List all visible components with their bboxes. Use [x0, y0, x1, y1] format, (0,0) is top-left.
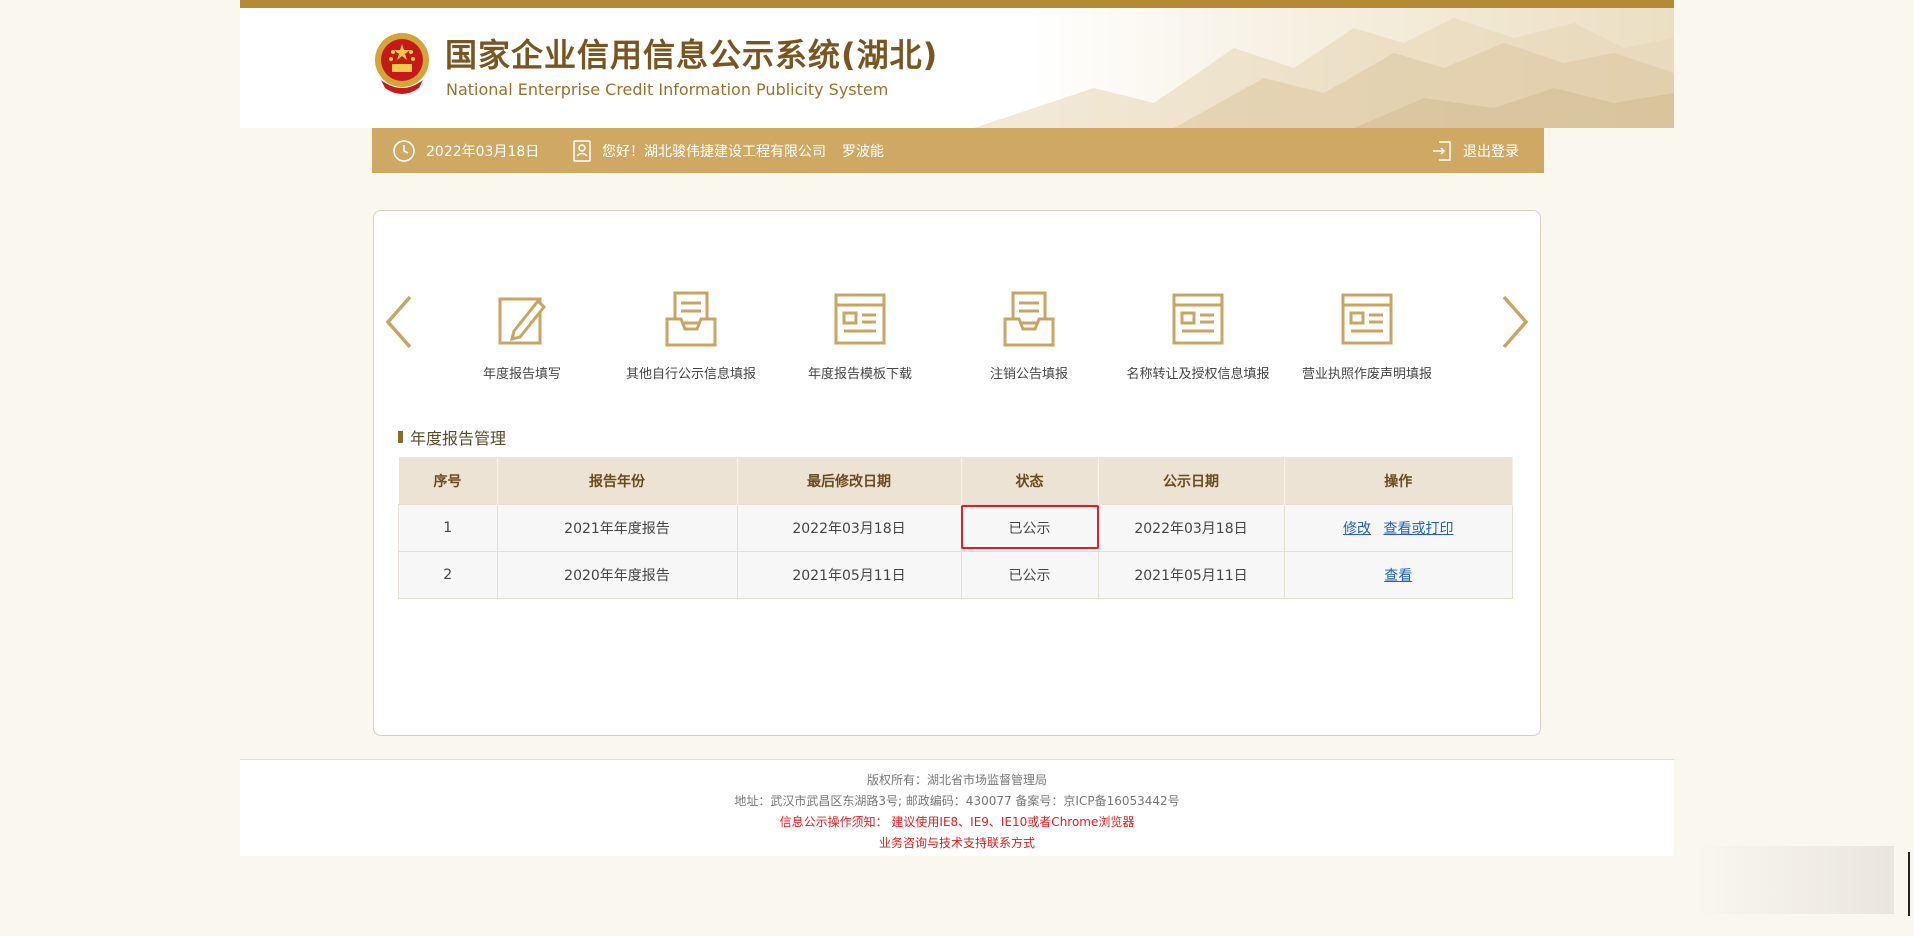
annual-report-table: 序号 报告年份 最后修改日期 状态 公示日期 操作 1 2021年年度报告 20…: [398, 457, 1513, 599]
table-header-row: 序号 报告年份 最后修改日期 状态 公示日期 操作: [398, 457, 1513, 505]
func-other-disclosure[interactable]: 其他自行公示信息填报: [611, 289, 771, 382]
func-label: 年度报告填写: [482, 367, 561, 382]
cell-modified: 2021年05月11日: [736, 551, 962, 599]
cell-status: 已公示: [960, 504, 1099, 552]
national-emblem-icon: [375, 33, 429, 94]
main-panel: 年度报告填写 其他自行公示信息填报 年度报告模板下载 注销公告填报 名称转让及授…: [373, 210, 1541, 736]
func-label: 其他自行公示信息填报: [625, 367, 756, 382]
view-print-link[interactable]: 查看或打印: [1383, 521, 1453, 537]
func-license-void[interactable]: 营业执照作废声明填报: [1287, 289, 1447, 382]
inbox-tray-icon: [1003, 291, 1055, 347]
cell-modified: 2022年03月18日: [736, 504, 962, 552]
edit-link[interactable]: 修改: [1343, 521, 1371, 537]
func-deregistration-notice[interactable]: 注销公告填报: [949, 289, 1109, 382]
cell-no: 1: [398, 504, 498, 552]
inbox-tray-icon: [665, 291, 717, 347]
pencil-edit-icon: [498, 297, 547, 345]
col-header: 状态: [961, 457, 1099, 505]
footer-address: 地址：武汉市武昌区东湖路3号; 邮政编码：430077 备案号：京ICP备160…: [734, 794, 1180, 808]
func-label: 营业执照作废声明填报: [1301, 367, 1432, 382]
logout-icon: [1433, 140, 1451, 161]
func-template-download[interactable]: 年度报告模板下载: [780, 289, 940, 382]
col-header: 最后修改日期: [737, 457, 962, 505]
corner-widget: [1694, 846, 1894, 914]
cell-year: 2021年年度报告: [496, 504, 738, 552]
func-name-transfer[interactable]: 名称转让及授权信息填报: [1118, 289, 1278, 382]
cell-actions: 修改 查看或打印: [1283, 504, 1513, 552]
date-display: 2022年03月18日: [392, 128, 539, 173]
document-list-icon: [1172, 293, 1224, 345]
section-marker: [398, 431, 403, 443]
mountain-illustration: [974, 18, 1674, 128]
greeting-company: 您好！湖北骏伟捷建设工程有限公司: [602, 143, 826, 160]
func-label: 注销公告填报: [989, 367, 1068, 382]
carousel-next-arrow-icon[interactable]: [1498, 293, 1532, 351]
cell-year: 2020年年度报告: [496, 551, 738, 599]
site-title-cn: 国家企业信用信息公示系统(湖北): [445, 36, 939, 74]
user-card-icon: [573, 139, 591, 162]
func-annual-report-fill[interactable]: 年度报告填写: [442, 289, 602, 382]
col-header: 报告年份: [497, 457, 738, 505]
site-header: 国家企业信用信息公示系统(湖北) National Enterprise Cre…: [240, 8, 1674, 128]
cell-status: 已公示: [960, 551, 1099, 599]
cell-actions: 查看: [1283, 551, 1513, 599]
site-title-en: National Enterprise Credit Information P…: [446, 80, 889, 99]
user-name: 罗波能: [842, 143, 884, 160]
col-header: 操作: [1284, 457, 1513, 505]
func-label: 年度报告模板下载: [807, 367, 912, 382]
logout-button[interactable]: 退出登录: [1431, 128, 1519, 173]
table-row: 1 2021年年度报告 2022年03月18日 已公示 2022年03月18日 …: [398, 504, 1513, 552]
scroll-handle[interactable]: [1908, 852, 1910, 916]
footer-support-link[interactable]: 业务咨询与技术支持联系方式: [240, 833, 1674, 854]
info-bar: 2022年03月18日 您好！湖北骏伟捷建设工程有限公司 罗波能 退出登录: [372, 128, 1544, 173]
cell-published: 2022年03月18日: [1097, 504, 1285, 552]
carousel-prev-arrow-icon[interactable]: [382, 293, 416, 351]
section-title: 年度报告管理: [398, 425, 506, 449]
document-list-icon: [834, 293, 886, 345]
top-accent-bar: [240, 0, 1674, 8]
footer-notice-link[interactable]: 信息公示操作须知： 建议使用IE8、IE9、IE10或者Chrome浏览器: [240, 812, 1674, 833]
user-greeting: 您好！湖北骏伟捷建设工程有限公司 罗波能: [572, 128, 884, 173]
current-date: 2022年03月18日: [426, 143, 540, 160]
logout-label: 退出登录: [1463, 143, 1519, 160]
cell-no: 2: [398, 551, 498, 599]
site-footer: 版权所有：湖北省市场监督管理局 地址：武汉市武昌区东湖路3号; 邮政编码：430…: [240, 759, 1674, 856]
section-title-text: 年度报告管理: [410, 429, 507, 448]
status-text: 已公示: [1008, 521, 1051, 537]
cell-published: 2021年05月11日: [1097, 551, 1285, 599]
col-header: 序号: [398, 457, 498, 505]
table-row: 2 2020年年度报告 2021年05月11日 已公示 2021年05月11日 …: [398, 551, 1513, 599]
footer-copyright: 版权所有：湖北省市场监督管理局: [866, 773, 1047, 787]
clock-icon: [393, 139, 415, 162]
func-label: 名称转让及授权信息填报: [1126, 367, 1270, 382]
document-list-icon: [1341, 293, 1393, 345]
col-header: 公示日期: [1098, 457, 1285, 505]
view-link[interactable]: 查看: [1384, 568, 1412, 584]
